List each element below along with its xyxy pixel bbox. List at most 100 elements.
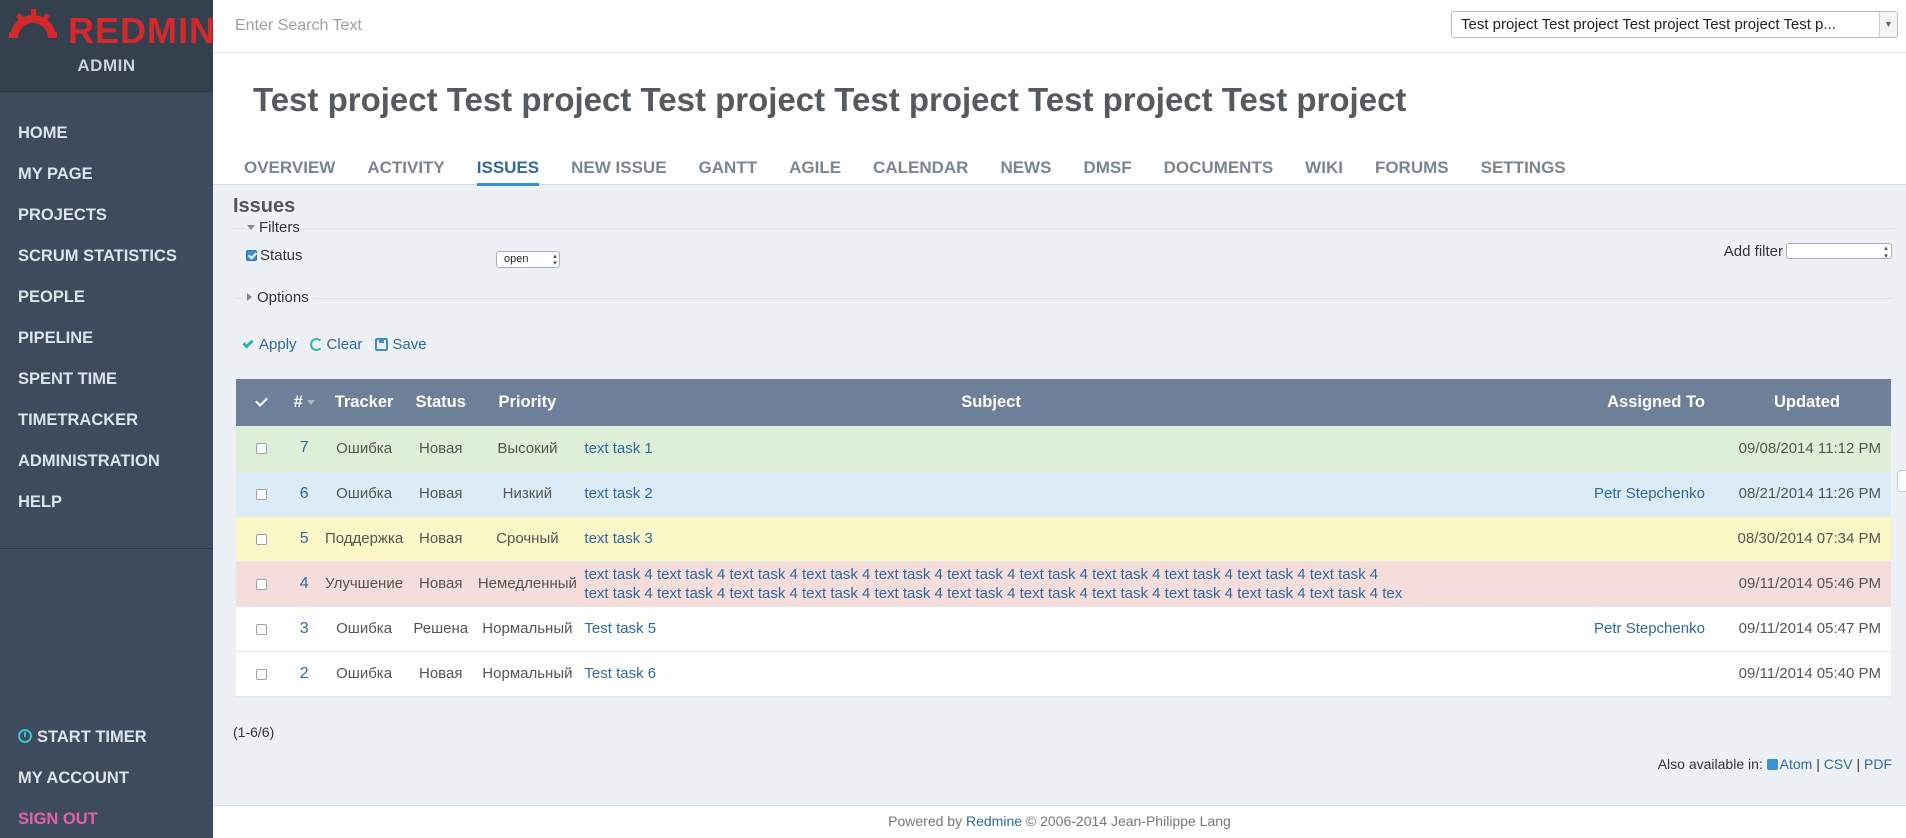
status-operator-select[interactable]: open [496, 251, 560, 268]
clear-button[interactable]: Clear [309, 336, 362, 353]
issue-subject-link[interactable]: text task 1 [579, 426, 1403, 472]
issue-assignee-link[interactable] [1402, 516, 1723, 562]
column-header-id[interactable]: # [286, 379, 323, 426]
sign-out-link[interactable]: SIGN OUT [0, 799, 213, 838]
tab-overview[interactable]: OVERVIEW [244, 158, 335, 186]
row-checkbox[interactable] [236, 606, 287, 652]
search-input[interactable] [235, 12, 635, 40]
issue-priority: Немедленный [475, 561, 580, 607]
redmine-link[interactable]: Redmine [966, 813, 1022, 829]
export-pdf-link[interactable]: PDF [1864, 756, 1892, 772]
project-header: Test project Test project Test project T… [213, 53, 1906, 186]
main-content: Issues Filters Status open Add filter Op… [213, 186, 1906, 805]
issue-priority: Нормальный [475, 651, 580, 697]
issue-id-link[interactable]: 4 [286, 561, 323, 607]
issue-id-link[interactable]: 3 [286, 606, 323, 652]
filters-toggle[interactable]: Filters [247, 219, 304, 236]
footer-prefix: Powered by [888, 813, 963, 829]
options-toggle[interactable]: Options [247, 289, 313, 306]
export-csv-link[interactable]: CSV [1824, 756, 1853, 772]
nav-projects[interactable]: PROJECTS [0, 195, 213, 236]
column-header-assigned[interactable]: Assigned To [1402, 379, 1723, 426]
tab-gantt[interactable]: GANTT [699, 158, 758, 186]
issue-subject-link[interactable]: Test task 6 [579, 651, 1403, 697]
nav-timetracker[interactable]: TIMETRACKER [0, 400, 213, 441]
issue-priority: Срочный [475, 516, 580, 562]
tab-forums[interactable]: FORUMS [1375, 158, 1449, 186]
floppy-disk-icon [375, 338, 389, 351]
logo-area[interactable]: REDMINE ADMIN [0, 0, 240, 92]
issue-id-link[interactable]: 6 [286, 471, 323, 517]
column-header-updated[interactable]: Updated [1722, 379, 1891, 426]
issue-tracker: Ошибка [322, 606, 407, 652]
table-row[interactable]: 3 Ошибка Решена Нормальный Test task 5 P… [236, 606, 1891, 652]
row-checkbox[interactable] [236, 651, 287, 697]
tab-new-issue[interactable]: NEW ISSUE [571, 158, 666, 186]
redmine-logo-icon [9, 9, 57, 38]
issue-id-link[interactable]: 7 [286, 426, 323, 472]
tab-wiki[interactable]: WIKI [1305, 158, 1343, 186]
issue-subject-link[interactable]: text task 4 text task 4 text task 4 text… [579, 561, 1403, 607]
project-jump-select[interactable]: Test project Test project Test project T… [1451, 11, 1898, 38]
status-filter-label: Status [260, 247, 303, 264]
project-select-value: Test project Test project Test project T… [1461, 16, 1836, 33]
tab-agile[interactable]: AGILE [789, 158, 841, 186]
table-row[interactable]: 4 Улучшение Новая Немедленный text task … [236, 561, 1891, 607]
nav-my-page[interactable]: MY PAGE [0, 154, 213, 195]
nav-scrum-statistics[interactable]: SCRUM STATISTICS [0, 236, 213, 277]
issue-subject-link[interactable]: text task 3 [579, 516, 1403, 562]
footer: Powered by Redmine © 2006-2014 Jean-Phil… [213, 805, 1906, 838]
issue-tracker: Ошибка [322, 651, 407, 697]
issue-updated: 08/21/2014 11:26 PM [1722, 471, 1891, 517]
export-formats: Also available in: Atom | CSV | PDF [1657, 756, 1892, 772]
nav-home[interactable]: HOME [0, 113, 213, 154]
issue-assignee-link[interactable] [1402, 561, 1723, 607]
start-timer-button[interactable]: START TIMER [0, 717, 213, 758]
export-atom-link[interactable]: Atom [1780, 756, 1813, 772]
nav-help[interactable]: HELP [0, 482, 213, 523]
toggle-all-checkbox[interactable] [236, 379, 287, 426]
column-header-subject[interactable]: Subject [579, 379, 1403, 426]
table-row[interactable]: 7 Ошибка Новая Высокий text task 1 09/08… [236, 426, 1891, 472]
tab-issues[interactable]: ISSUES [476, 158, 540, 186]
checkbox-icon [255, 668, 267, 680]
tab-dmsf[interactable]: DMSF [1083, 158, 1131, 186]
nav-spent-time[interactable]: SPENT TIME [0, 359, 213, 400]
issue-subject-link[interactable]: Test task 5 [579, 606, 1403, 652]
tab-documents[interactable]: DOCUMENTS [1164, 158, 1274, 186]
checkbox-icon [255, 488, 267, 500]
row-checkbox[interactable] [236, 471, 287, 517]
issue-updated: 09/11/2014 05:40 PM [1722, 651, 1891, 697]
row-checkbox[interactable] [236, 561, 287, 607]
column-header-tracker[interactable]: Tracker [322, 379, 407, 426]
nav-administration[interactable]: ADMINISTRATION [0, 441, 213, 482]
tab-settings[interactable]: SETTINGS [1481, 158, 1566, 186]
nav-pipeline[interactable]: PIPELINE [0, 318, 213, 359]
add-filter-select[interactable] [1786, 243, 1892, 260]
nav-my-account[interactable]: MY ACCOUNT [0, 758, 213, 799]
table-row[interactable]: 6 Ошибка Новая Низкий text task 2 Petr S… [236, 471, 1891, 517]
table-row[interactable]: 2 Ошибка Новая Нормальный Test task 6 09… [236, 651, 1891, 697]
issue-id-link[interactable]: 2 [286, 651, 323, 697]
nav-people[interactable]: PEOPLE [0, 277, 213, 318]
tab-calendar[interactable]: CALENDAR [873, 158, 968, 186]
issue-assignee-link[interactable] [1402, 651, 1723, 697]
row-checkbox[interactable] [236, 516, 287, 562]
column-id-label: # [293, 393, 303, 411]
issue-assignee-link[interactable]: Petr Stepchenko [1402, 606, 1723, 652]
save-button[interactable]: Save [375, 336, 427, 353]
tab-news[interactable]: NEWS [1000, 158, 1051, 186]
issue-subject-link[interactable]: text task 2 [579, 471, 1403, 517]
column-header-status[interactable]: Status [406, 379, 476, 426]
issue-assignee-link[interactable] [1402, 426, 1723, 472]
issue-id-link[interactable]: 5 [286, 516, 323, 562]
issue-updated: 09/11/2014 05:47 PM [1722, 606, 1891, 652]
tab-activity[interactable]: ACTIVITY [367, 158, 444, 186]
side-panel-toggle[interactable] [1897, 470, 1906, 492]
row-checkbox[interactable] [236, 426, 287, 472]
table-row[interactable]: 5 Поддержка Новая Срочный text task 3 08… [236, 516, 1891, 562]
apply-button[interactable]: Apply [242, 336, 297, 353]
issue-assignee-link[interactable]: Petr Stepchenko [1402, 471, 1723, 517]
status-filter-checkbox[interactable]: Status [246, 247, 303, 264]
column-header-priority[interactable]: Priority [475, 379, 580, 426]
